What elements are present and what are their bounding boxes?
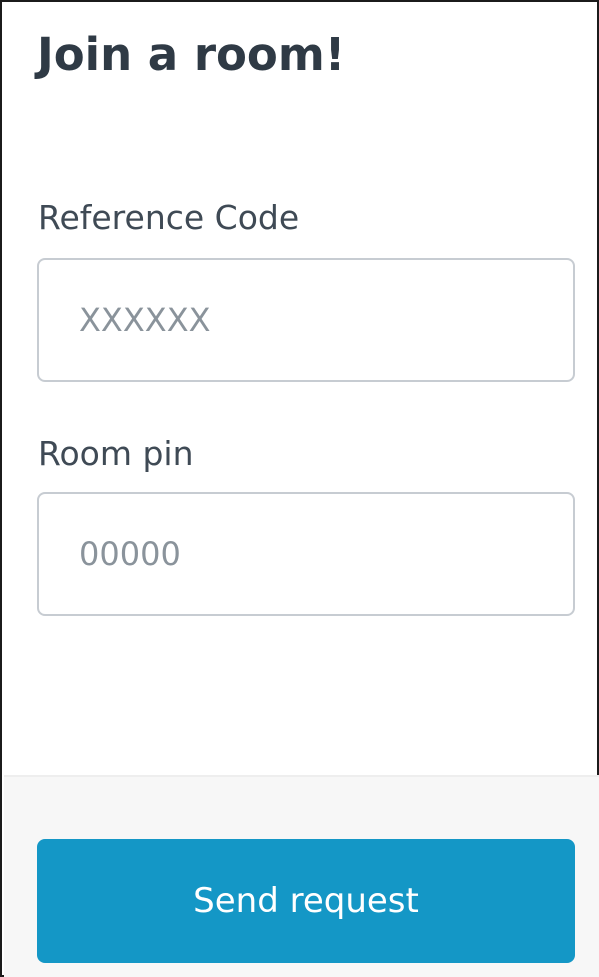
room-pin-label: Room pin (38, 434, 194, 473)
reference-code-label: Reference Code (38, 198, 300, 237)
reference-code-input[interactable] (37, 258, 575, 382)
send-request-button[interactable]: Send request (37, 839, 575, 963)
room-pin-input[interactable] (37, 492, 575, 616)
dialog-title: Join a room! (37, 28, 346, 81)
join-room-dialog: Join a room! Reference Code Room pin Sen… (0, 0, 599, 977)
